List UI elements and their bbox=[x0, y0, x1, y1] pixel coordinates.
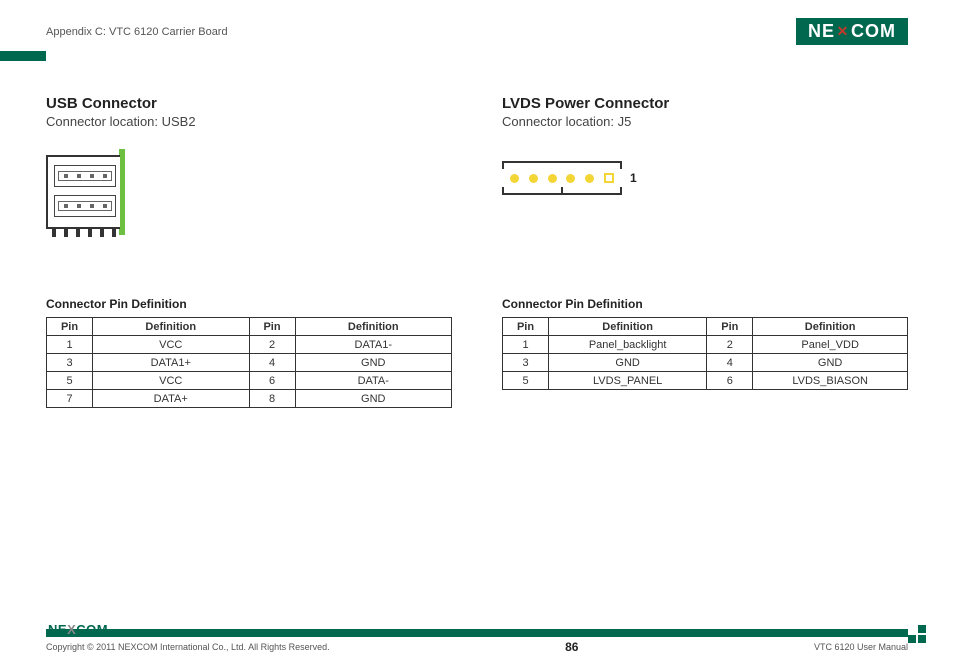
lvds-connector-icon bbox=[502, 161, 622, 195]
footer-brand-logo: NEXCOM bbox=[48, 622, 108, 637]
table-row: 5 VCC 6 DATA- bbox=[47, 372, 452, 390]
lvds-diagram: 1 bbox=[502, 155, 908, 245]
lvds-table-title: Connector Pin Definition bbox=[502, 297, 908, 311]
usb-diagram bbox=[46, 155, 452, 245]
manual-name: VTC 6120 User Manual bbox=[814, 642, 908, 652]
table-row: 3 GND 4 GND bbox=[503, 354, 908, 372]
table-row: 3 DATA1+ 4 GND bbox=[47, 354, 452, 372]
usb-section: USB Connector Connector location: USB2 C… bbox=[46, 95, 452, 408]
brand-logo: NE COM bbox=[796, 18, 908, 45]
lvds-pin1-label: 1 bbox=[630, 171, 637, 185]
lvds-subtitle: Connector location: J5 bbox=[502, 114, 908, 129]
table-row: 1 Panel_backlight 2 Panel_VDD bbox=[503, 336, 908, 354]
copyright-text: Copyright © 2011 NEXCOM International Co… bbox=[46, 642, 330, 652]
footer-squares-icon bbox=[908, 625, 926, 643]
usb-subtitle: Connector location: USB2 bbox=[46, 114, 452, 129]
lvds-title: LVDS Power Connector bbox=[502, 95, 908, 112]
accent-tab bbox=[0, 51, 46, 61]
page-number: 86 bbox=[565, 640, 578, 654]
page-footer: NEXCOM Copyright © 2011 NEXCOM Internati… bbox=[46, 629, 908, 654]
table-row: 7 DATA+ 8 GND bbox=[47, 390, 452, 408]
lvds-section: LVDS Power Connector Connector location:… bbox=[502, 95, 908, 408]
page-header: Appendix C: VTC 6120 Carrier Board NE CO… bbox=[46, 18, 908, 45]
appendix-label: Appendix C: VTC 6120 Carrier Board bbox=[46, 26, 228, 38]
usb-table-title: Connector Pin Definition bbox=[46, 297, 452, 311]
table-row: 5 LVDS_PANEL 6 LVDS_BIASON bbox=[503, 372, 908, 390]
usb-connector-icon bbox=[46, 155, 120, 229]
usb-title: USB Connector bbox=[46, 95, 452, 112]
lvds-pin-table: Pin Definition Pin Definition 1 Panel_ba… bbox=[502, 317, 908, 390]
table-row: 1 VCC 2 DATA1- bbox=[47, 336, 452, 354]
brand-x-icon bbox=[835, 21, 851, 42]
usb-pin-table: Pin Definition Pin Definition 1 VCC 2 DA… bbox=[46, 317, 452, 408]
